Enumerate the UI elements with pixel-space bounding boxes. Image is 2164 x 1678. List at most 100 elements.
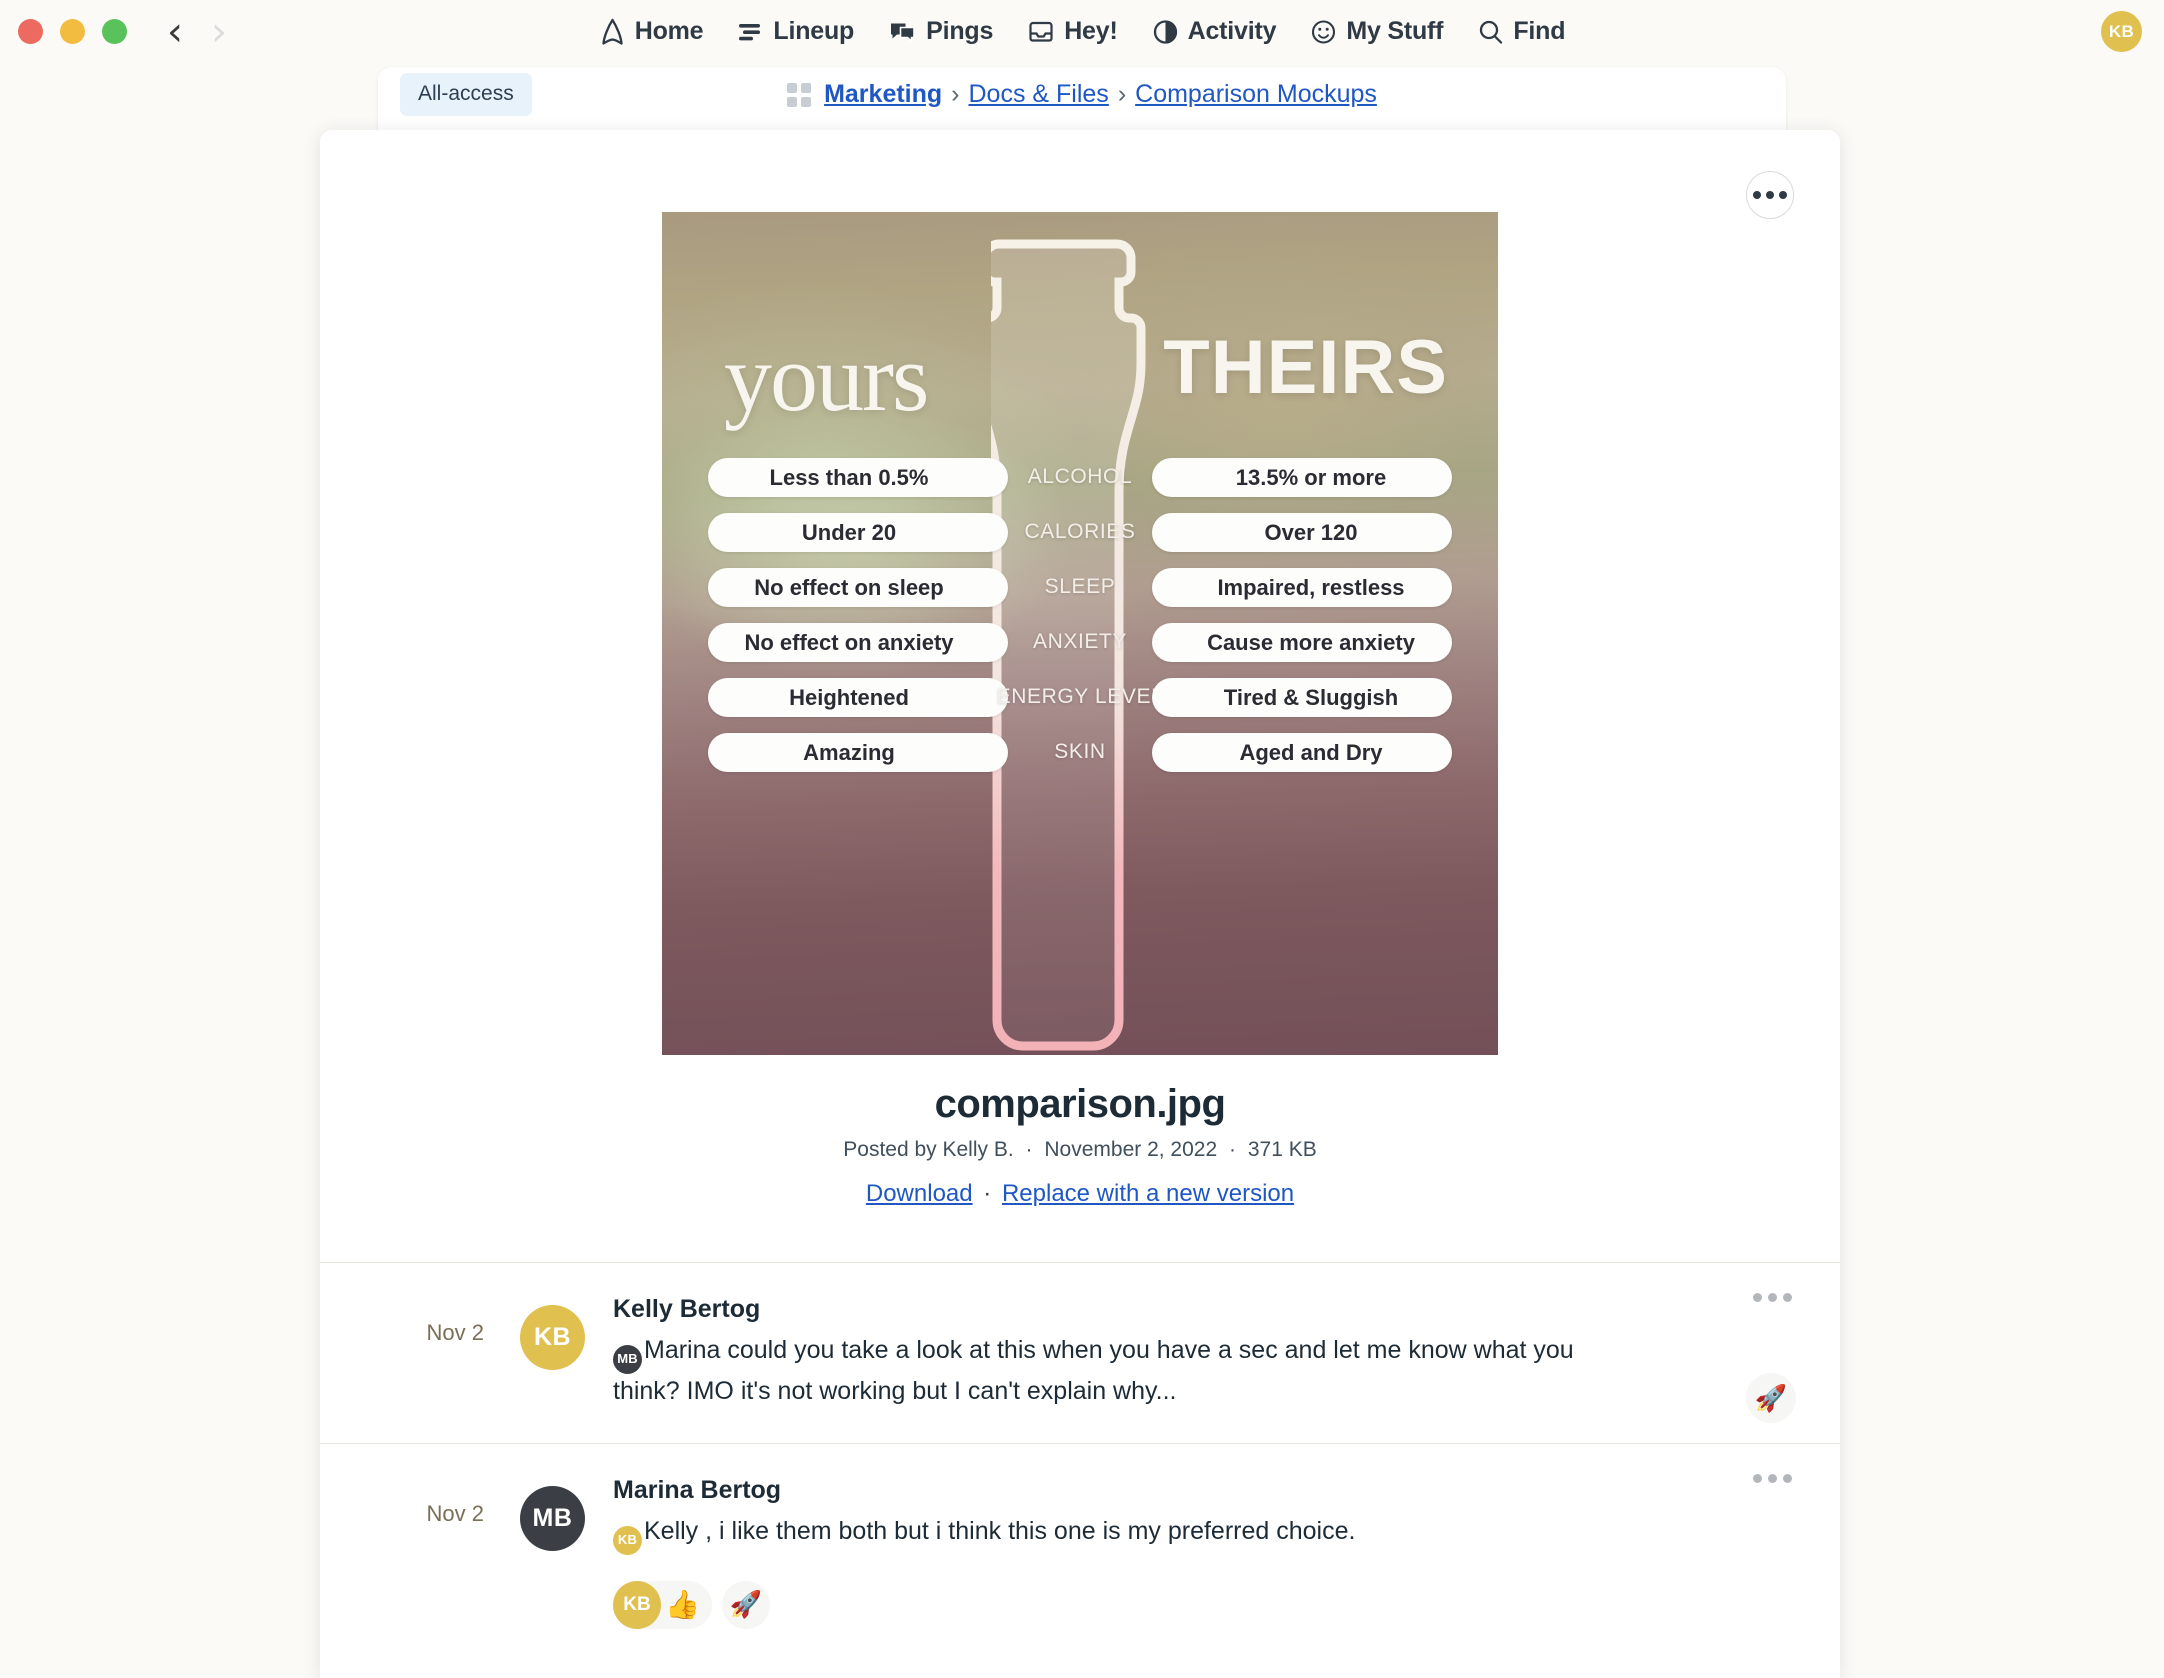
ellipsis-icon: [1779, 191, 1787, 199]
nav-label-hey: Hey!: [1064, 17, 1118, 45]
poster-cell-right: Aged and Dry: [1152, 733, 1452, 772]
home-icon: [599, 18, 626, 46]
add-reaction-button[interactable]: 🚀: [721, 1580, 770, 1629]
account-avatar[interactable]: KB: [2101, 11, 2142, 52]
poster-heading-left: yours: [724, 324, 929, 431]
attachment-meta: Posted by Kelly B. · November 2, 2022 · …: [320, 1138, 1840, 1162]
comment-item: Nov 2 KB Kelly Bertog MB Marina could you…: [320, 1262, 1840, 1443]
meta-separator: ·: [1229, 1138, 1236, 1161]
poster-row: No effect on anxiety ANXIETY Cause more …: [662, 623, 1498, 678]
rocket-add-icon: 🚀: [1754, 1382, 1788, 1413]
breadcrumb-link-docs-files[interactable]: Docs & Files: [969, 80, 1109, 109]
maximize-window-button[interactable]: [102, 19, 127, 44]
comment-date: Nov 2: [426, 1320, 484, 1345]
mention-badge[interactable]: KB: [613, 1525, 642, 1555]
reaction-avatar: KB: [613, 1580, 661, 1629]
comment-body: Kelly Bertog MB Marina could you take a l…: [585, 1295, 1798, 1409]
poster-row: Amazing SKIN Aged and Dry: [662, 733, 1498, 788]
hey-inbox-icon: [1027, 18, 1055, 46]
comment-more-menu-button[interactable]: [1753, 1474, 1792, 1484]
nav-item-pings[interactable]: Pings: [888, 17, 993, 46]
ellipsis-icon: [1768, 1293, 1777, 1302]
attachment-filename: comparison.jpg: [934, 1082, 1226, 1126]
comment-date: Nov 2: [426, 1501, 484, 1527]
thumbs-up-icon: 👍: [665, 1589, 700, 1621]
attachment-poster: Posted by Kelly B.: [843, 1138, 1014, 1161]
nav-label-activity: Activity: [1187, 17, 1277, 45]
poster-heading-right: THEIRS: [1163, 325, 1448, 410]
forward-button[interactable]: ›: [211, 12, 227, 52]
poster-cell-right: 13.5% or more: [1152, 458, 1452, 497]
breadcrumb-separator: ›: [951, 80, 960, 108]
ellipsis-icon: [1783, 1293, 1792, 1302]
close-window-button[interactable]: [18, 19, 43, 44]
rocket-add-icon: 🚀: [729, 1589, 763, 1620]
ellipsis-icon: [1766, 191, 1774, 199]
breadcrumb: Marketing › Docs & Files › Comparison Mo…: [378, 80, 1786, 109]
poster-row: Less than 0.5% ALCOHOL 13.5% or more: [662, 458, 1498, 513]
comment-text-content: Marina could you take a look at this whe…: [613, 1336, 1574, 1405]
reaction-thumbs-up[interactable]: KB 👍: [613, 1580, 712, 1629]
breadcrumb-link-comparison-mockups[interactable]: Comparison Mockups: [1135, 80, 1377, 109]
comment-avatar[interactable]: KB: [520, 1305, 585, 1370]
poster-row: No effect on sleep SLEEP Impaired, restl…: [662, 568, 1498, 623]
poster-row: Under 20 CALORIES Over 120: [662, 513, 1498, 568]
attachment-actions: Download · Replace with a new version: [320, 1180, 1840, 1208]
comment-text-content: Kelly , i like them both but i think thi…: [644, 1517, 1356, 1546]
ellipsis-icon: [1753, 1293, 1762, 1302]
ellipsis-icon: [1768, 1474, 1777, 1484]
attachment-date: November 2, 2022: [1044, 1138, 1218, 1161]
comment-list: Nov 2 KB Kelly Bertog MB Marina could you…: [320, 1262, 1840, 1663]
action-separator: ·: [983, 1180, 992, 1207]
comment-reactions: KB 👍 🚀: [613, 1580, 1798, 1629]
poster-cell-right: Impaired, restless: [1152, 568, 1452, 607]
lineup-icon: [737, 18, 764, 46]
ellipsis-icon: [1783, 1474, 1792, 1484]
nav-item-my-stuff[interactable]: My Stuff: [1310, 17, 1444, 46]
grid-icon: [787, 82, 812, 107]
minimize-window-button[interactable]: [60, 19, 85, 44]
poster-cell-right: Over 120: [1152, 513, 1452, 552]
traffic-lights: [18, 19, 127, 44]
attachment-card: yours THEIRS Less than 0.5% ALCOHOL 13.5…: [320, 130, 1840, 1678]
download-link[interactable]: Download: [866, 1180, 973, 1207]
nav-label-my-stuff: My Stuff: [1346, 17, 1444, 45]
comparison-poster-image: yours THEIRS Less than 0.5% ALCOHOL 13.5…: [662, 212, 1498, 1055]
history-navigation: ‹ ›: [167, 12, 227, 52]
nav-label-lineup: Lineup: [773, 17, 855, 45]
pings-icon: [888, 18, 917, 46]
poster-cell-right: Tired & Sluggish: [1152, 678, 1452, 717]
comment-body: Marina Bertog KB Kelly , i like them both…: [585, 1476, 1798, 1629]
add-reaction-button[interactable]: 🚀: [1746, 1373, 1796, 1424]
breadcrumb-separator: ›: [1117, 80, 1127, 108]
poster-row: Heightened ENERGY LEVEL Tired & Sluggish: [662, 678, 1498, 733]
comment-more-menu-button[interactable]: [1753, 1293, 1792, 1302]
nav-item-find[interactable]: Find: [1477, 17, 1565, 46]
comment-text: KB Kelly , i like them both but i think t…: [613, 1514, 1613, 1555]
poster-cell-right: Cause more anxiety: [1152, 623, 1452, 662]
nav-label-find: Find: [1513, 17, 1566, 45]
comment-text: MB Marina could you take a look at this w…: [613, 1333, 1613, 1409]
attachment-size: 371 KB: [1247, 1138, 1317, 1161]
search-icon: [1477, 18, 1504, 46]
poster-comparison-rows: Less than 0.5% ALCOHOL 13.5% or more Und…: [662, 458, 1498, 788]
nav-item-activity[interactable]: Activity: [1152, 17, 1277, 46]
meta-separator: ·: [1025, 1138, 1033, 1161]
nav-item-lineup[interactable]: Lineup: [737, 17, 854, 46]
nav-label-pings: Pings: [926, 17, 994, 45]
replace-version-link[interactable]: Replace with a new version: [1002, 1180, 1294, 1207]
breadcrumb-link-marketing[interactable]: Marketing: [824, 80, 942, 109]
nav-item-hey[interactable]: Hey!: [1027, 17, 1118, 46]
attachment-preview[interactable]: yours THEIRS Less than 0.5% ALCOHOL 13.5…: [320, 212, 1840, 1055]
comment-avatar[interactable]: MB: [520, 1486, 585, 1552]
ellipsis-icon: [1753, 1474, 1762, 1484]
comment-author: Marina Bertog: [613, 1476, 782, 1505]
ellipsis-icon: [1753, 191, 1761, 199]
activity-icon: [1152, 18, 1179, 46]
nav-item-home[interactable]: Home: [599, 17, 704, 46]
comment-author: Kelly Bertog: [613, 1295, 761, 1323]
mention-badge[interactable]: MB: [613, 1344, 642, 1374]
comment-item: Nov 2 MB Marina Bertog KB Kelly , i like …: [320, 1443, 1840, 1663]
my-stuff-icon: [1310, 18, 1337, 46]
back-button[interactable]: ‹: [167, 12, 183, 52]
